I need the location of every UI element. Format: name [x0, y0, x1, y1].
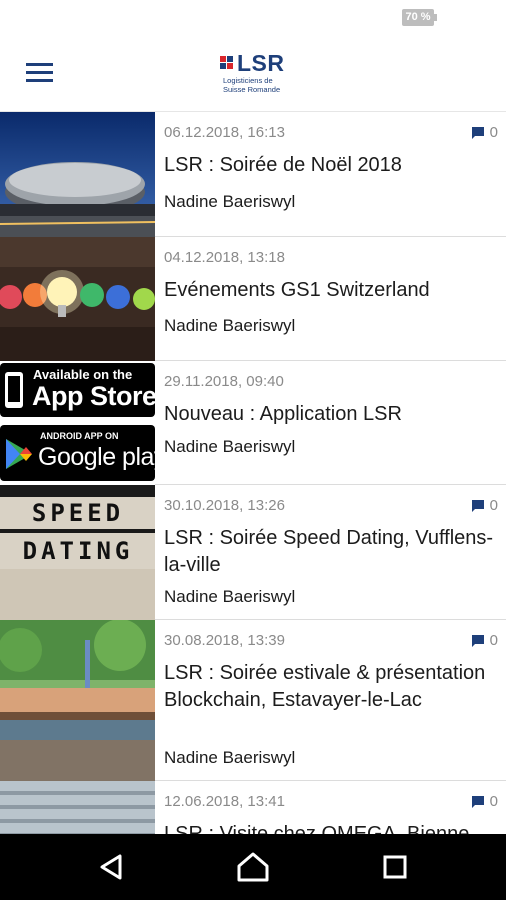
- article-date: 29.11.2018, 09:40: [164, 373, 284, 390]
- article-author: Nadine Baeriswyl: [164, 437, 296, 456]
- logo-subtitle: Logisticiens de Suisse Romande: [223, 76, 281, 94]
- comment-icon: [471, 795, 484, 808]
- article-title: LSR : Visite chez OMEGA, Bienne: [164, 823, 470, 834]
- article-title: LSR : Soirée estivale & présentation Blo…: [164, 662, 486, 711]
- article-author: Nadine Baeriswyl: [164, 748, 296, 767]
- list-item[interactable]: Available on the App Store ANDROID APP O…: [0, 361, 506, 485]
- play-icon: [6, 439, 32, 469]
- article-date: 30.10.2018, 13:26: [164, 497, 285, 514]
- comment-count: 0: [471, 124, 498, 141]
- article-author: Nadine Baeriswyl: [164, 316, 296, 335]
- app-bar: LSR Logisticiens de Suisse Romande: [0, 34, 506, 112]
- article-title: LSR : Soirée Speed Dating, Vufflens-la-v…: [164, 527, 494, 576]
- menu-button[interactable]: [20, 56, 60, 90]
- back-button[interactable]: [96, 850, 136, 884]
- app-store-badges-image: Available on the App Store ANDROID APP O…: [0, 361, 155, 485]
- app-store-badge: Available on the App Store: [0, 363, 155, 417]
- comment-icon: [471, 126, 484, 139]
- article-title: Nouveau : Application LSR: [164, 403, 402, 425]
- list-item[interactable]: 12.06.2018, 13:41 0 LSR : Visite chez OM…: [0, 781, 506, 834]
- apple-icon: [5, 372, 23, 408]
- list-item[interactable]: 06.12.2018, 16:13 0 LSR : Soirée de Noël…: [0, 112, 506, 237]
- list-item[interactable]: 04.12.2018, 13:18 Evénements GS1 Switzer…: [0, 237, 506, 361]
- article-date: 12.06.2018, 13:41: [164, 793, 285, 810]
- article-title: Evénements GS1 Switzerland: [164, 279, 430, 301]
- article-author: Nadine Baeriswyl: [164, 192, 296, 211]
- stadium-image: [0, 112, 155, 237]
- lightbulb-image: [0, 237, 155, 361]
- comment-count: 0: [471, 632, 498, 649]
- comment-icon: [471, 499, 484, 512]
- logo-text: LSR: [237, 50, 285, 76]
- recents-icon: [383, 855, 407, 879]
- article-date: 06.12.2018, 16:13: [164, 124, 285, 141]
- article-date: 04.12.2018, 13:18: [164, 249, 285, 266]
- lsr-logo: LSR Logisticiens de Suisse Romande: [220, 50, 300, 100]
- home-icon: [237, 852, 269, 882]
- article-list: 06.12.2018, 16:13 0 LSR : Soirée de Noël…: [0, 112, 506, 834]
- recents-button[interactable]: [378, 850, 418, 884]
- navigation-bar: [0, 834, 506, 900]
- hamburger-icon: [26, 63, 53, 66]
- home-button[interactable]: [235, 850, 275, 884]
- battery-indicator: 70 %: [402, 9, 437, 26]
- building-image: [0, 781, 155, 834]
- article-date: 30.08.2018, 13:39: [164, 632, 285, 649]
- list-item[interactable]: SPEED DATING 30.10.2018, 13:26 0 LSR : S…: [0, 485, 506, 620]
- article-author: Nadine Baeriswyl: [164, 587, 296, 606]
- back-icon: [100, 854, 122, 880]
- comment-icon: [471, 634, 484, 647]
- google-play-badge: ANDROID APP ON Google play: [0, 425, 155, 481]
- list-item[interactable]: 30.08.2018, 13:39 0 LSR : Soirée estival…: [0, 620, 506, 781]
- lake-image: [0, 620, 155, 781]
- comment-count: 0: [471, 497, 498, 514]
- article-title: LSR : Soirée de Noël 2018: [164, 154, 402, 176]
- status-bar: 70 %: [0, 0, 506, 34]
- speed-dating-image: SPEED DATING: [0, 485, 155, 620]
- comment-count: 0: [471, 793, 498, 810]
